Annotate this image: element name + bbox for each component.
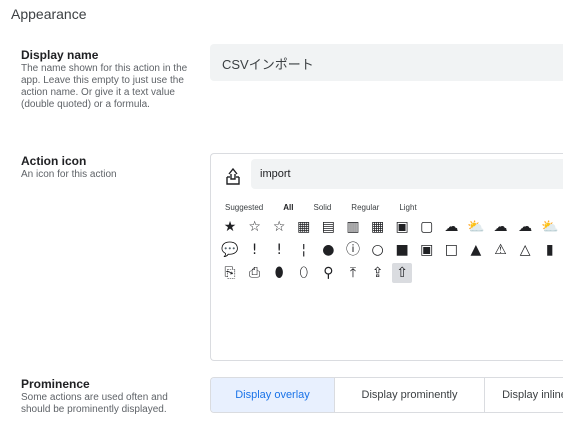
calendar-star-regular-icon[interactable]: ▦ xyxy=(368,217,388,237)
file-import-regular-icon[interactable]: ⎘ xyxy=(220,263,240,283)
exclamation-triangle-regular-icon[interactable]: ⚠ xyxy=(491,240,511,260)
tab-light[interactable]: Light xyxy=(399,203,416,212)
map-marker-exclamation-regular-icon[interactable]: ⬯ xyxy=(294,263,314,283)
comment-exclamation-icon[interactable]: 💬 xyxy=(220,240,240,260)
cloud-upload-solid-2-icon[interactable]: ☁ xyxy=(515,217,535,237)
prominence-segmented-control: Display overlay Display prominently Displa… xyxy=(210,377,563,413)
star-regular-icon[interactable]: ☆ xyxy=(245,217,265,237)
tab-regular[interactable]: Regular xyxy=(351,203,379,212)
exclamation-square-solid-icon[interactable]: ■ xyxy=(392,240,412,260)
icon-grid: ★☆☆▦▤▥▦▣▢☁⛅☁☁⛅☁💬!ǃ¦●ⓘ○■▣□▲⚠△▮▯⎘⎙⬮⬯⚲⤒⇪⇧ xyxy=(220,217,563,286)
exclamation-solid-icon[interactable]: ! xyxy=(245,240,265,260)
icon-row: ★☆☆▦▤▥▦▣▢☁⛅☁☁⛅☁ xyxy=(220,217,563,240)
action-icon-label: Action icon xyxy=(21,154,87,168)
file-upload-light-icon[interactable]: ⇧ xyxy=(392,263,413,283)
icon-search-input[interactable] xyxy=(251,159,563,189)
exclamation-circle-regular-icon[interactable]: ⓘ xyxy=(343,240,363,260)
tab-suggested[interactable]: Suggested xyxy=(225,203,263,212)
icon-picker-panel: SuggestedAllSolidRegularLight ★☆☆▦▤▥▦▣▢☁… xyxy=(210,153,563,361)
map-marker-exclamation-light-icon[interactable]: ⚲ xyxy=(318,263,338,283)
calendar-star-solid-icon[interactable]: ▦ xyxy=(294,217,314,237)
exclamation-square-regular-icon[interactable]: ▣ xyxy=(417,240,437,260)
prominence-label: Prominence xyxy=(21,377,90,391)
calendar-exclamation-light-icon[interactable]: ▥ xyxy=(343,217,363,237)
tab-all[interactable]: All xyxy=(283,203,293,212)
calendar-light-icon[interactable]: ▢ xyxy=(417,217,437,237)
prominence-option-display-overlay[interactable]: Display overlay xyxy=(211,378,335,412)
star-light-icon[interactable]: ☆ xyxy=(269,217,289,237)
exclamation-regular-icon[interactable]: ǃ xyxy=(269,240,289,260)
display-name-description: The name shown for this action in the ap… xyxy=(21,63,188,110)
prominence-option-display-inline[interactable]: Display inline xyxy=(485,378,563,412)
prominence-label-group: Prominence Some actions are used often a… xyxy=(21,378,193,416)
prominence-option-display-prominently[interactable]: Display prominently xyxy=(335,378,485,412)
cloud-upload-light-icon[interactable]: ☁ xyxy=(491,217,511,237)
file-upload-regular-icon[interactable]: ⇪ xyxy=(368,263,388,283)
cloud-upload-solid-icon[interactable]: ☁ xyxy=(441,217,461,237)
star-solid-icon[interactable]: ★ xyxy=(220,217,240,237)
map-marker-exclamation-solid-icon[interactable]: ⬮ xyxy=(269,263,289,283)
calendar-check-icon[interactable]: ▣ xyxy=(392,217,412,237)
exclamation-circle-light-icon[interactable]: ○ xyxy=(368,240,388,260)
exclamation-square-light-icon[interactable]: □ xyxy=(441,240,461,260)
action-icon-description: An icon for this action xyxy=(21,169,117,180)
cloud-upload-regular-icon[interactable]: ⛅ xyxy=(466,217,486,237)
display-name-label: Display name xyxy=(21,48,99,62)
icon-row: ⎘ ⎙ ⬮ ⬯ ⚲ ⤒ ⇪ ⇧ xyxy=(220,263,563,286)
icon-style-tabs: Suggested All Solid Regular Light xyxy=(225,203,437,212)
exclamation-triangle-light-icon[interactable]: △ xyxy=(515,240,535,260)
file-import-light-icon[interactable]: ⎙ xyxy=(245,263,265,283)
file-exclamation-solid-icon[interactable]: ▮ xyxy=(540,240,560,260)
tab-solid[interactable]: Solid xyxy=(314,203,332,212)
section-title: Appearance xyxy=(11,6,87,22)
calendar-exclamation-regular-icon[interactable]: ▤ xyxy=(318,217,338,237)
cloud-upload-regular-2-icon[interactable]: ⛅ xyxy=(540,217,560,237)
action-icon-label-group: Action icon An icon for this action xyxy=(21,155,193,181)
prominence-description: Some actions are used often and should b… xyxy=(21,392,168,415)
exclamation-triangle-solid-icon[interactable]: ▲ xyxy=(466,240,486,260)
file-upload-preview-icon xyxy=(219,162,247,190)
display-name-label-group: Display name The name shown for this act… xyxy=(21,49,193,111)
icon-row: 💬!ǃ¦●ⓘ○■▣□▲⚠△▮▯ xyxy=(220,240,563,263)
upload-solid-icon[interactable]: ⤒ xyxy=(343,263,363,283)
exclamation-light-icon[interactable]: ¦ xyxy=(294,240,314,260)
exclamation-circle-solid-icon[interactable]: ● xyxy=(318,240,338,260)
display-name-input[interactable]: CSVインポート xyxy=(210,44,563,81)
